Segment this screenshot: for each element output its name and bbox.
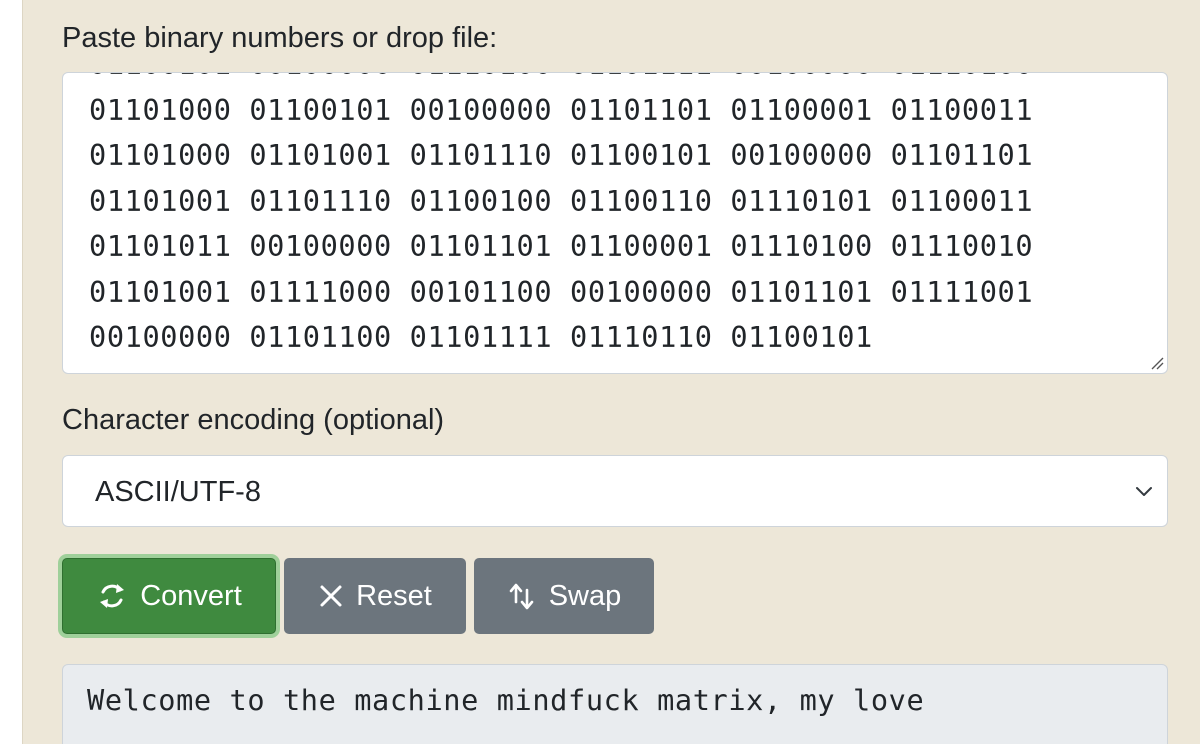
encoding-select[interactable]: ASCII/UTF-8 [62, 455, 1168, 527]
resize-grip-icon[interactable] [1150, 356, 1164, 370]
chevron-down-icon [1136, 487, 1152, 496]
output-text: Welcome to the machine mindfuck matrix, … [87, 683, 925, 717]
swap-button-label: Swap [548, 579, 622, 612]
binary-input-text: 01100101 00100000 01110100 01101111 0010… [89, 73, 1034, 354]
sync-icon [100, 584, 125, 608]
binary-input-textarea[interactable]: 01100101 00100000 01110100 01101111 0010… [62, 72, 1168, 374]
encoding-selected-value: ASCII/UTF-8 [95, 476, 261, 508]
binary-input-label: Paste binary numbers or drop file: [62, 22, 498, 54]
swap-vertical-icon [509, 583, 534, 610]
encoding-label: Character encoding (optional) [62, 404, 445, 436]
reset-button[interactable]: Reset [284, 558, 466, 634]
convert-button[interactable]: Convert [62, 558, 276, 634]
reset-button-label: Reset [356, 579, 432, 612]
swap-button[interactable]: Swap [474, 558, 654, 634]
convert-button-label: Convert [140, 579, 242, 612]
close-icon [320, 585, 342, 607]
output-textarea[interactable]: Welcome to the machine mindfuck matrix, … [62, 664, 1168, 744]
